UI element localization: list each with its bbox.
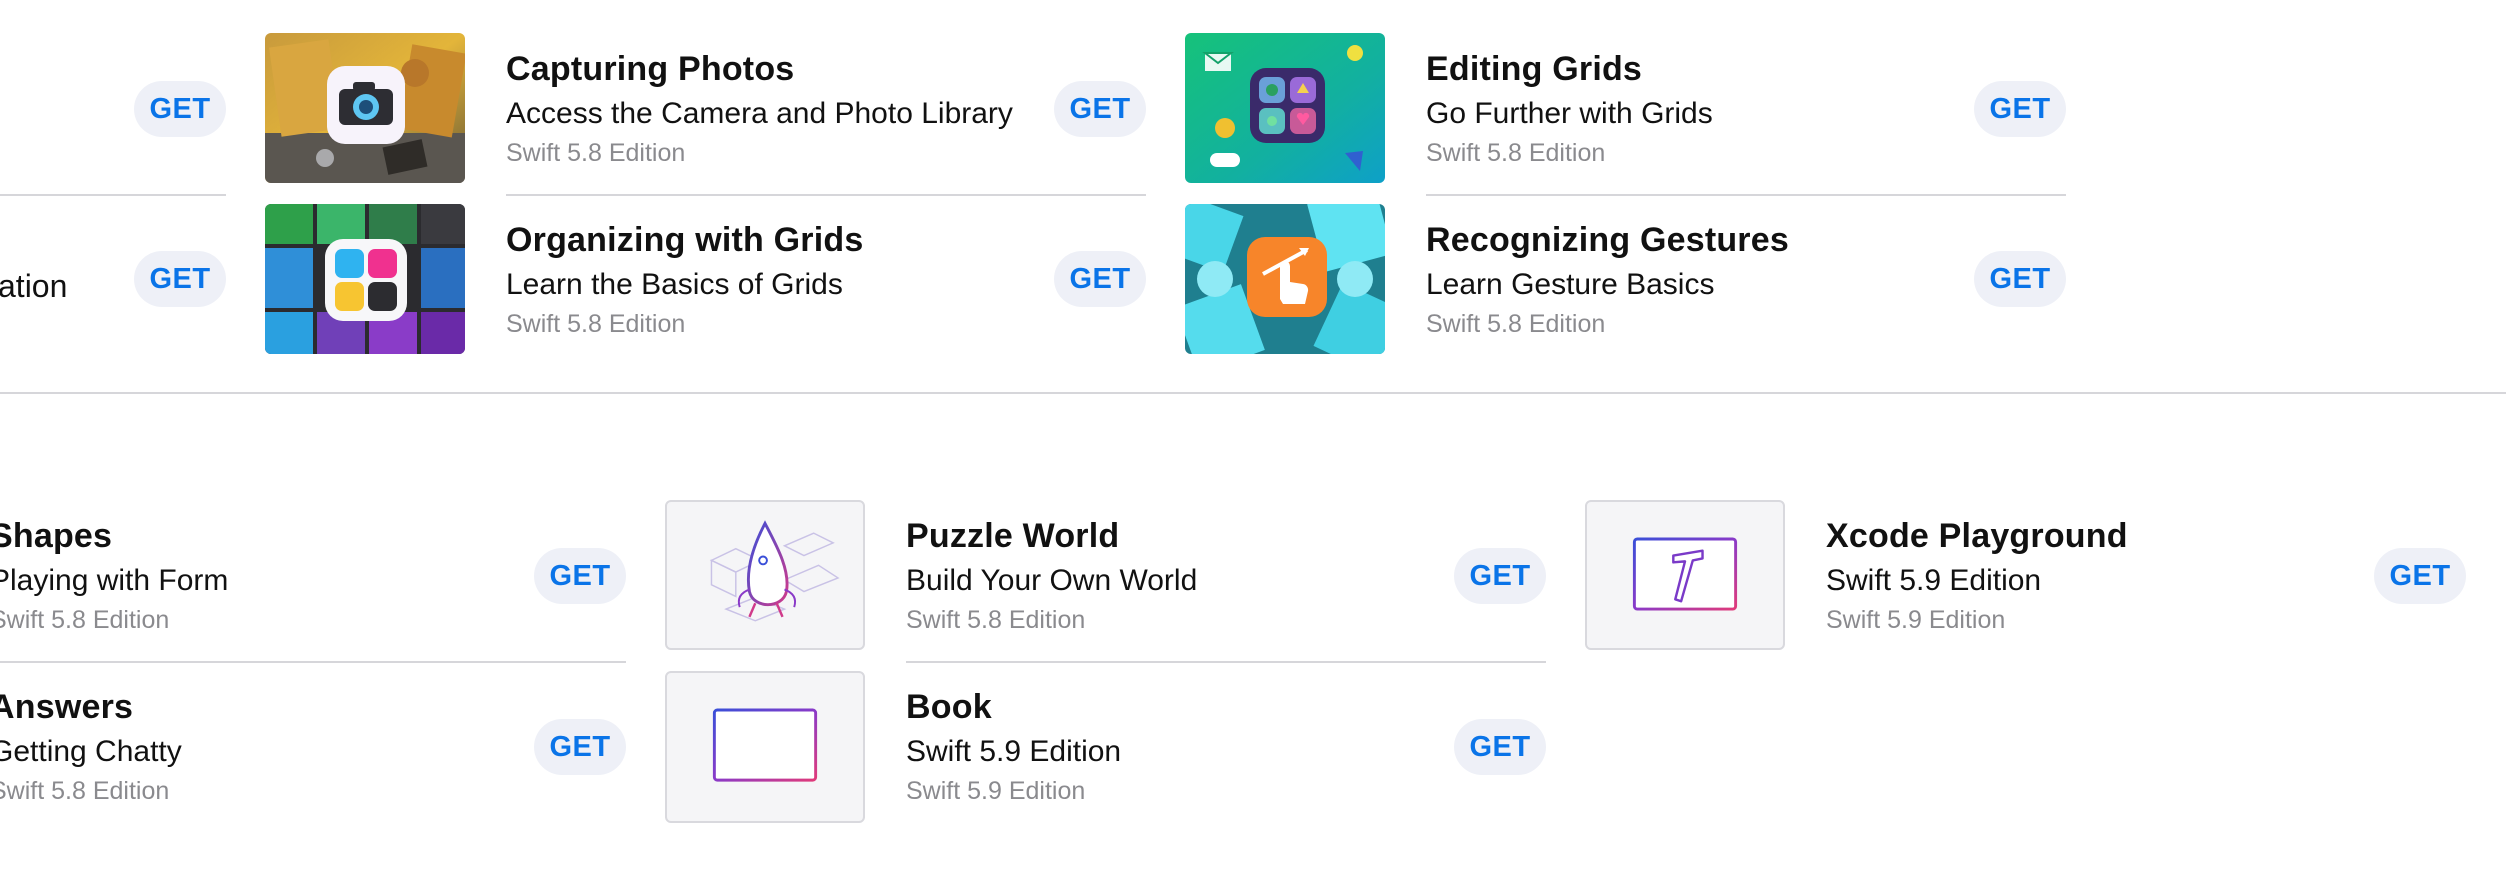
app-thumbnail[interactable] bbox=[665, 671, 865, 823]
get-button[interactable]: GET bbox=[2374, 548, 2466, 604]
item-edition: Swift 5.8 Edition bbox=[506, 310, 686, 338]
item-title: Capturing Photos bbox=[506, 50, 795, 88]
row-divider bbox=[0, 194, 226, 196]
item-subtitle: Learn Gesture Basics bbox=[1426, 268, 1715, 301]
app-thumbnail[interactable] bbox=[1585, 500, 1785, 650]
item-subtitle: Go Further with Grids bbox=[1426, 97, 1713, 130]
row-divider bbox=[506, 194, 1146, 196]
item-title: Answers bbox=[0, 688, 134, 726]
item-subtitle: Swift 5.9 Edition bbox=[1826, 564, 2042, 597]
get-button[interactable]: GET bbox=[534, 548, 626, 604]
item-title: Xcode Playground bbox=[1826, 517, 2128, 555]
get-button[interactable]: GET bbox=[1454, 719, 1546, 775]
item-subtitle: Learn the Basics of Grids bbox=[506, 268, 843, 301]
app-thumbnail[interactable] bbox=[265, 33, 465, 183]
get-button[interactable]: GET bbox=[134, 251, 226, 307]
item-title: Recognizing Gestures bbox=[1426, 221, 1789, 259]
row-divider bbox=[0, 661, 626, 663]
item-title: Organizing with Grids bbox=[506, 221, 864, 259]
item-title: Puzzle World bbox=[906, 517, 1120, 555]
row-divider bbox=[906, 661, 1546, 663]
row-divider bbox=[1426, 194, 2066, 196]
grid-icon bbox=[265, 204, 465, 354]
app-thumbnail[interactable] bbox=[665, 500, 865, 650]
item-edition: Swift 5.8 Edition bbox=[1426, 310, 1606, 338]
get-button[interactable]: GET bbox=[1054, 81, 1146, 137]
item-title: Shapes bbox=[0, 517, 113, 555]
get-button[interactable]: GET bbox=[534, 719, 626, 775]
item-edition: Swift 5.8 Edition bbox=[906, 606, 1086, 634]
item-title: Book bbox=[906, 688, 992, 726]
section-divider bbox=[0, 392, 2506, 394]
item-subtitle: Build Your Own World bbox=[906, 564, 1198, 597]
get-button[interactable]: GET bbox=[1974, 251, 2066, 307]
item-subtitle: Playing with Form bbox=[0, 564, 229, 597]
puzzle-character-icon bbox=[709, 520, 840, 622]
item-title-partial: ation bbox=[0, 268, 68, 304]
hand-gesture-icon bbox=[1185, 204, 1385, 354]
get-button[interactable]: GET bbox=[1974, 81, 2066, 137]
app-thumbnail[interactable] bbox=[1185, 204, 1385, 354]
item-subtitle: Swift 5.9 Edition bbox=[906, 735, 1122, 768]
book-frame-icon bbox=[712, 708, 818, 782]
item-subtitle: Getting Chatty bbox=[0, 735, 182, 768]
grid-editor-icon bbox=[1185, 33, 1385, 183]
get-button[interactable]: GET bbox=[1054, 251, 1146, 307]
app-thumbnail[interactable] bbox=[1185, 33, 1385, 183]
item-edition: Swift 5.8 Edition bbox=[0, 777, 170, 805]
item-edition: Swift 5.8 Edition bbox=[0, 606, 170, 634]
hammer-icon bbox=[1632, 537, 1738, 611]
item-subtitle: Access the Camera and Photo Library bbox=[506, 97, 1013, 130]
get-button[interactable]: GET bbox=[1454, 548, 1546, 604]
app-thumbnail[interactable] bbox=[265, 204, 465, 354]
item-edition: Swift 5.9 Edition bbox=[906, 777, 1086, 805]
camera-icon bbox=[265, 33, 465, 183]
item-edition: Swift 5.8 Edition bbox=[1426, 139, 1606, 167]
item-title: Editing Grids bbox=[1426, 50, 1643, 88]
get-button[interactable]: GET bbox=[134, 81, 226, 137]
item-edition: Swift 5.8 Edition bbox=[506, 139, 686, 167]
item-edition: Swift 5.9 Edition bbox=[1826, 606, 2006, 634]
